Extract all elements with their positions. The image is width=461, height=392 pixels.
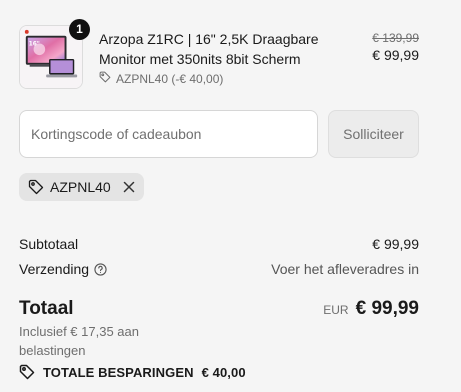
discounted-price: € 99,99 <box>372 47 419 63</box>
subtotal-row: Subtotaal € 99,99 <box>19 234 419 254</box>
total-savings: TOTALE BESPARINGEN € 40,00 <box>19 363 246 381</box>
cart-line-item: 16" 1 Arzopa Z1RC | 16" 2,5K Draagbare M… <box>19 19 419 89</box>
shipping-row: Verzending Voer het afleveradres in <box>19 259 419 279</box>
applied-discount-code: AZPNL40 <box>50 179 111 195</box>
total-row: Totaal EUR € 99,99 <box>19 297 419 321</box>
product-discount-text: AZPNL40 (-€ 40,00) <box>116 71 224 86</box>
product-title: Arzopa Z1RC | 16" 2,5K Draagbare Monitor… <box>99 31 319 67</box>
applied-discount-tag: AZPNL40 <box>19 173 144 201</box>
quantity-badge: 1 <box>69 19 90 40</box>
product-info: Arzopa Z1RC | 16" 2,5K Draagbare Monitor… <box>99 29 329 86</box>
product-discount: AZPNL40 (-€ 40,00) <box>99 71 329 86</box>
subtotal-label: Subtotaal <box>19 236 79 252</box>
shipping-label: Verzending <box>19 261 90 277</box>
subtotal-value: € 99,99 <box>372 236 419 252</box>
total-currency: EUR <box>323 303 349 317</box>
product-thumbnail-wrap: 16" 1 <box>19 19 90 89</box>
tag-icon <box>19 364 35 380</box>
product-prices: € 139,99 € 99,99 <box>372 30 419 64</box>
tag-icon <box>99 71 111 86</box>
total-amount: EUR € 99,99 <box>323 298 419 320</box>
tax-note: Inclusief € 17,35 aan belastingen <box>19 324 139 358</box>
total-label: Totaal <box>19 298 74 319</box>
total-value: € 99,99 <box>355 298 419 319</box>
original-price: € 139,99 <box>372 31 419 45</box>
help-circle-icon[interactable] <box>94 262 107 276</box>
apply-discount-button[interactable]: Solliciteer <box>328 110 419 158</box>
savings-value: € 40,00 <box>201 364 246 380</box>
remove-discount-close-icon[interactable] <box>123 181 135 193</box>
discount-code-input[interactable] <box>19 110 318 158</box>
tag-icon <box>28 179 44 195</box>
shipping-value: Voer het afleveradres in <box>271 261 419 277</box>
savings-label: TOTALE BESPARINGEN <box>43 364 194 380</box>
shipping-label-wrap: Verzending <box>19 261 107 277</box>
thumb-size-label: 16" <box>29 41 40 47</box>
